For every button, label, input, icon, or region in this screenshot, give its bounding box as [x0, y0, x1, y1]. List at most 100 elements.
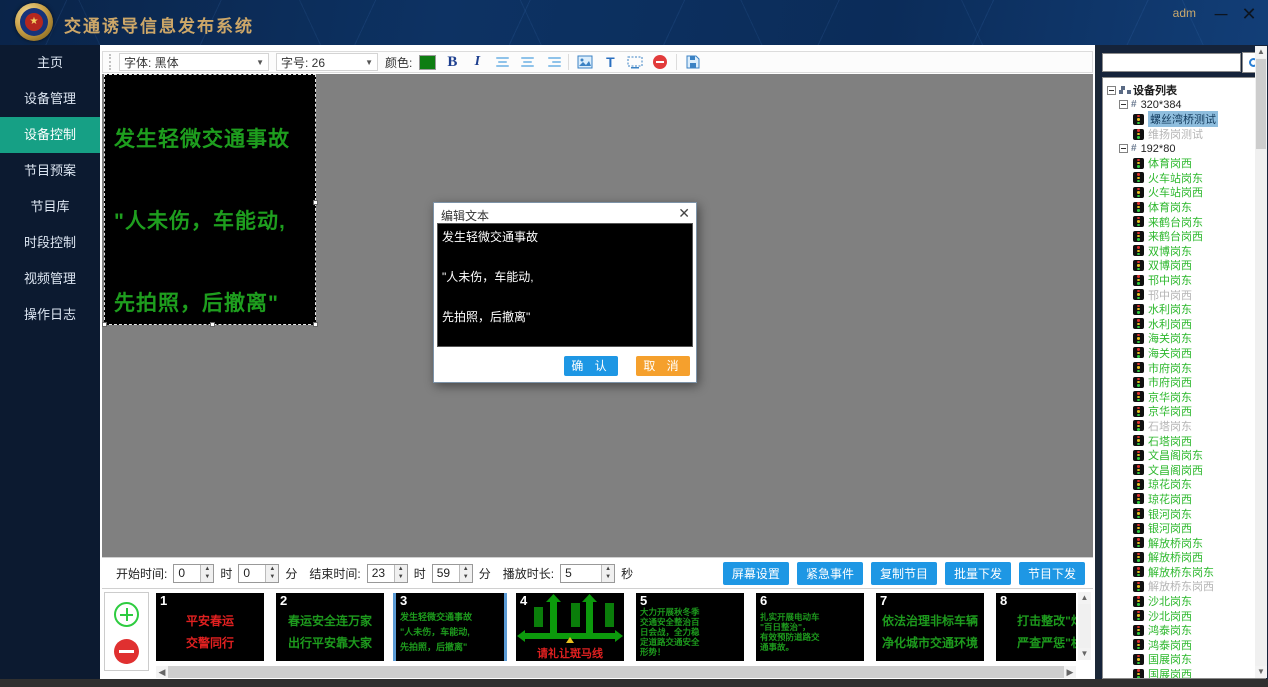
sidebar-item-operation-log[interactable]: 操作日志: [0, 297, 100, 333]
duration-input[interactable]: 5 ▲▼: [560, 564, 615, 583]
device-item[interactable]: 解放桥东岗东: [1107, 565, 1265, 580]
sidebar-item-device-management[interactable]: 设备管理: [0, 81, 100, 117]
align-right-icon[interactable]: [543, 53, 561, 71]
device-item[interactable]: 体育岗西: [1107, 156, 1265, 171]
device-item[interactable]: 石塔岗西: [1107, 433, 1265, 448]
collapse-icon[interactable]: [1119, 144, 1128, 153]
vertical-scrollbar[interactable]: ▲ ▼: [1078, 592, 1091, 660]
scroll-down-icon[interactable]: ▼: [1255, 666, 1267, 678]
device-item[interactable]: 京华岗西: [1107, 404, 1265, 419]
program-thumbnail-5[interactable]: 5大力开展秋冬季交通安全整治百日会战，全力稳定道路交通安全形势！: [636, 593, 744, 661]
program-send-button[interactable]: 节目下发: [1019, 562, 1085, 585]
device-item[interactable]: 邗中岗东: [1107, 273, 1265, 288]
resize-handle[interactable]: [210, 322, 215, 327]
align-left-icon[interactable]: [493, 53, 511, 71]
tree-group-320x384[interactable]: #320*384: [1107, 98, 1265, 113]
stop-icon[interactable]: [651, 53, 669, 71]
program-thumbnail-3[interactable]: 3发生轻微交通事故"人未伤，车能动,先拍照，后撤离": [396, 593, 504, 661]
add-program-icon[interactable]: [114, 602, 139, 627]
device-item[interactable]: 沙北岗西: [1107, 608, 1265, 623]
tree-root[interactable]: 设备列表: [1107, 83, 1265, 98]
scrollbar-thumb[interactable]: [1256, 59, 1266, 149]
collapse-icon[interactable]: [1107, 86, 1116, 95]
device-item[interactable]: 国展岗东: [1107, 652, 1265, 667]
device-item[interactable]: 解放桥东岗西: [1107, 579, 1265, 594]
sidebar-item-program-plan[interactable]: 节目预案: [0, 153, 100, 189]
confirm-button[interactable]: 确 认: [564, 356, 618, 376]
device-item[interactable]: 鸿泰岗西: [1107, 638, 1265, 653]
led-preview-panel[interactable]: 发生轻微交通事故"人未伤，车能动,先拍照，后撤离": [104, 74, 316, 325]
sidebar-item-schedule-control[interactable]: 时段控制: [0, 225, 100, 261]
resize-handle[interactable]: [313, 200, 318, 205]
device-item[interactable]: 文昌阁岗西: [1107, 462, 1265, 477]
cancel-button[interactable]: 取 消: [636, 356, 690, 376]
sidebar-item-home[interactable]: 主页: [0, 45, 100, 81]
device-item[interactable]: 海关岗西: [1107, 346, 1265, 361]
remove-program-icon[interactable]: [114, 639, 139, 664]
device-item[interactable]: 水利岗西: [1107, 317, 1265, 332]
spinner-arrows[interactable]: ▲▼: [601, 565, 614, 582]
scrollbar-thumb[interactable]: [168, 666, 1064, 678]
device-item[interactable]: 银河岗西: [1107, 521, 1265, 536]
program-thumbnail-1[interactable]: 1平安春运交警同行: [156, 593, 264, 661]
device-item[interactable]: 石塔岗东: [1107, 419, 1265, 434]
close-icon[interactable]: ✕: [678, 205, 690, 222]
device-item[interactable]: 火车站岗东: [1107, 171, 1265, 186]
resize-handle[interactable]: [313, 322, 318, 327]
sidebar-item-video-management[interactable]: 视频管理: [0, 261, 100, 297]
device-item[interactable]: 市府岗东: [1107, 360, 1265, 375]
device-item[interactable]: 双博岗东: [1107, 244, 1265, 259]
horizontal-scrollbar[interactable]: ◀ ▶: [156, 666, 1076, 678]
device-item[interactable]: 琼花岗西: [1107, 492, 1265, 507]
tree-group-192x80[interactable]: #192*80: [1107, 141, 1265, 156]
end-hour-input[interactable]: 23 ▲▼: [367, 564, 408, 583]
device-item[interactable]: 解放桥岗西: [1107, 550, 1265, 565]
sidebar-item-program-library[interactable]: 节目库: [0, 189, 100, 225]
program-thumbnail-6[interactable]: 6扎实开展电动车"百日整治"，有效预防道路交通事故。: [756, 593, 864, 661]
bold-button[interactable]: B: [443, 53, 461, 71]
device-search-input[interactable]: [1102, 53, 1241, 72]
italic-button[interactable]: I: [468, 53, 486, 71]
resize-handle[interactable]: [102, 322, 107, 327]
insert-text-icon[interactable]: T: [601, 53, 619, 71]
spinner-arrows[interactable]: ▲▼: [265, 565, 278, 582]
device-item[interactable]: 来鹤台岗东: [1107, 214, 1265, 229]
device-item[interactable]: 螺丝湾桥测试: [1107, 112, 1265, 127]
device-item[interactable]: 维扬岗测试: [1107, 127, 1265, 142]
save-icon[interactable]: [684, 53, 702, 71]
copy-program-button[interactable]: 复制节目: [871, 562, 937, 585]
batch-send-button[interactable]: 批量下发: [945, 562, 1011, 585]
device-item[interactable]: 鸿泰岗东: [1107, 623, 1265, 638]
device-item[interactable]: 邗中岗西: [1107, 287, 1265, 302]
font-family-select[interactable]: 字体: 黑体 ▼: [119, 53, 269, 71]
spinner-arrows[interactable]: ▲▼: [394, 565, 407, 582]
emergency-event-button[interactable]: 紧急事件: [797, 562, 863, 585]
sidebar-item-device-control[interactable]: 设备控制: [0, 117, 100, 153]
spinner-arrows[interactable]: ▲▼: [200, 565, 213, 582]
device-item[interactable]: 水利岗东: [1107, 302, 1265, 317]
scroll-left-icon[interactable]: ◀: [156, 666, 168, 678]
close-icon[interactable]: ✕: [1236, 2, 1262, 26]
device-item[interactable]: 琼花岗东: [1107, 477, 1265, 492]
start-minute-input[interactable]: 0 ▲▼: [238, 564, 279, 583]
device-item[interactable]: 来鹤台岗西: [1107, 229, 1265, 244]
minimize-icon[interactable]: ─: [1208, 2, 1234, 26]
end-minute-input[interactable]: 59 ▲▼: [432, 564, 473, 583]
marquee-icon[interactable]: [626, 53, 644, 71]
color-swatch[interactable]: [419, 55, 436, 70]
scroll-up-icon[interactable]: ▲: [1078, 592, 1091, 604]
device-item[interactable]: 双博岗西: [1107, 258, 1265, 273]
start-hour-input[interactable]: 0 ▲▼: [173, 564, 214, 583]
program-thumbnail-2[interactable]: 2春运安全连万家出行平安靠大家: [276, 593, 384, 661]
spinner-arrows[interactable]: ▲▼: [459, 565, 472, 582]
scroll-right-icon[interactable]: ▶: [1064, 666, 1076, 678]
insert-image-icon[interactable]: [576, 53, 594, 71]
tree-scrollbar[interactable]: ▲ ▼: [1255, 46, 1267, 678]
screen-settings-button[interactable]: 屏幕设置: [723, 562, 789, 585]
device-item[interactable]: 京华岗东: [1107, 389, 1265, 404]
align-center-icon[interactable]: [518, 53, 536, 71]
device-item[interactable]: 体育岗东: [1107, 200, 1265, 215]
toolbar-grip[interactable]: [109, 54, 112, 70]
device-item[interactable]: 火车站岗西: [1107, 185, 1265, 200]
program-thumbnail-8[interactable]: 8打击整改"灯严查严惩"机: [996, 593, 1076, 661]
